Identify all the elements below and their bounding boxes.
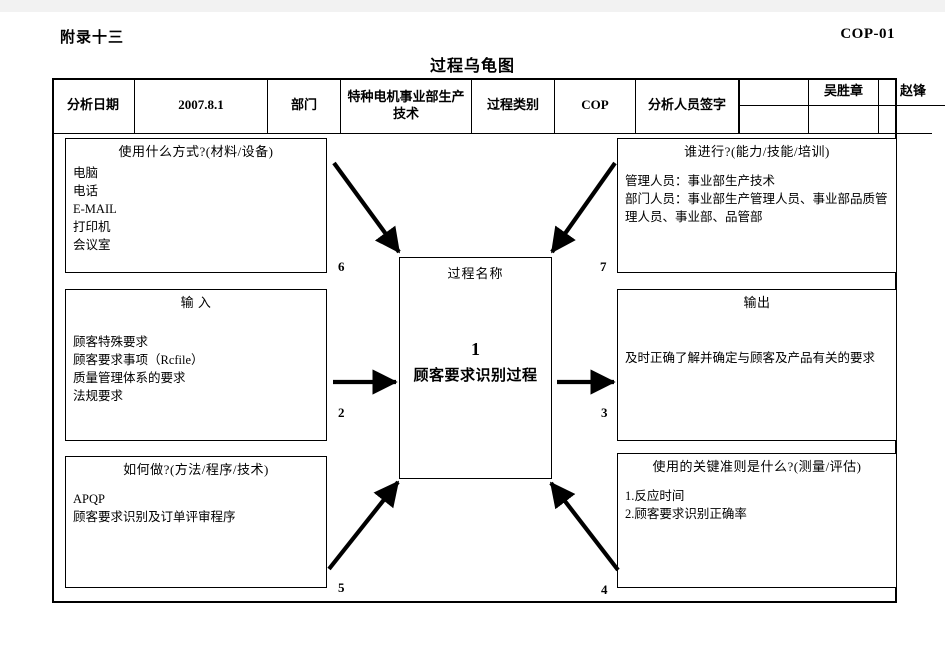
signer-row2-cell-2[interactable] [808,105,879,133]
list-item: E-MAIL [73,202,117,217]
signer-row2-cell-3[interactable] [878,105,945,133]
turtle-box-who: 谁进行?(能力/技能/培训) 管理人员：事业部生产技术 部门人员：事业部生产管理… [617,138,897,273]
list-item: 质量管理体系的要求 [73,371,186,386]
turtle-box-methods-body: 电脑 电话 E-MAIL 打印机 会议室 [66,164,326,255]
header-process-type-value: COP [554,78,636,134]
turtle-box-criteria-body: 1.反应时间 2.顾客要求识别正确率 [618,487,896,523]
turtle-box-output: 输出 及时正确了解并确定与顾客及产品有关的要求 [617,289,897,441]
list-item: 及时正确了解并确定与顾客及产品有关的要求 [625,350,876,365]
header-signature-label: 分析人员签字 [635,78,739,134]
turtle-box-center-process: 过程名称 1 顾客要求识别过程 [399,257,552,479]
arrow-label-3: 3 [601,405,608,420]
turtle-box-input-body: 顾客特殊要求 顾客要求事项（Rcfile） 质量管理体系的要求 法规要求 [66,333,326,406]
header-date-value: 2007.8.1 [134,78,268,134]
list-item: APQP [73,491,105,506]
turtle-box-input: 输 入 顾客特殊要求 顾客要求事项（Rcfile） 质量管理体系的要求 法规要求 [65,289,327,441]
list-item: 部门人员：事业部生产管理人员、事业部品质管 [625,191,888,206]
list-item: 顾客要求事项（Rcfile） [73,352,204,367]
turtle-box-how-body: APQP 顾客要求识别及订单评审程序 [66,490,326,526]
list-item: 会议室 [73,238,111,253]
list-item: 电话 [73,183,99,198]
turtle-box-criteria-title: 使用的关键准则是什么?(测量/评估) [652,459,862,474]
list-item: 1.反应时间 [625,488,685,503]
list-item: 顾客要求识别及订单评审程序 [73,509,236,524]
header-info-table: 分析日期 2007.8.1 部门 特种电机事业部生产技术 过程类别 COP 分析… [52,78,945,134]
signer-blank-cell[interactable] [739,78,809,106]
list-item: 法规要求 [73,389,124,404]
arrow-label-6: 6 [338,259,345,274]
list-item: 管理人员：事业部生产技术 [625,173,776,188]
turtle-box-who-title: 谁进行?(能力/技能/培训) [684,144,830,159]
page-title: 过程乌龟图 [429,58,515,75]
turtle-box-how-title: 如何做?(方法/程序/技术) [123,462,269,477]
turtle-box-criteria: 使用的关键准则是什么?(测量/评估) 1.反应时间 2.顾客要求识别正确率 [617,453,897,588]
signer-name-1: 吴胜章 [808,78,879,106]
header-dept-value: 特种电机事业部生产技术 [340,78,472,134]
appendix-label: 附录十三 [60,30,125,46]
arrow-label-5: 5 [338,580,345,595]
arrow-label-4: 4 [601,582,608,597]
turtle-box-how: 如何做?(方法/程序/技术) APQP 顾客要求识别及订单评审程序 [65,456,327,588]
turtle-box-methods-title: 使用什么方式?(材料/设备) [118,144,274,159]
window-top-strip [0,0,945,12]
list-item: 电脑 [73,165,99,180]
list-item: 顾客特殊要求 [73,334,149,349]
signer-name-2: 赵锋 [878,78,945,106]
turtle-box-output-body: 及时正确了解并确定与顾客及产品有关的要求 [618,349,896,367]
center-process-name: 顾客要求识别过程 [413,368,538,384]
header-date-label: 分析日期 [52,78,135,134]
turtle-box-input-title: 输 入 [180,295,212,310]
header-dept-label: 部门 [267,78,341,134]
center-process-number: 1 [471,339,480,359]
header-signature-grid: 吴胜章 赵锋 [738,78,945,134]
list-item: 打印机 [73,220,111,235]
turtle-box-who-body: 管理人员：事业部生产技术 部门人员：事业部生产管理人员、事业部品质管 理人员、事… [618,172,896,226]
turtle-box-output-title: 输出 [743,295,771,310]
arrow-label-2: 2 [338,405,345,420]
signer-row2-cell-1[interactable] [739,105,809,133]
list-item: 理人员、事业部、品管部 [625,210,763,225]
center-process-title: 过程名称 [447,266,504,281]
list-item: 2.顾客要求识别正确率 [625,506,747,521]
header-process-type-label: 过程类别 [471,78,555,134]
arrow-label-7: 7 [600,259,607,274]
turtle-box-methods: 使用什么方式?(材料/设备) 电脑 电话 E-MAIL 打印机 会议室 [65,138,327,273]
document-code: COP-01 [840,26,895,42]
